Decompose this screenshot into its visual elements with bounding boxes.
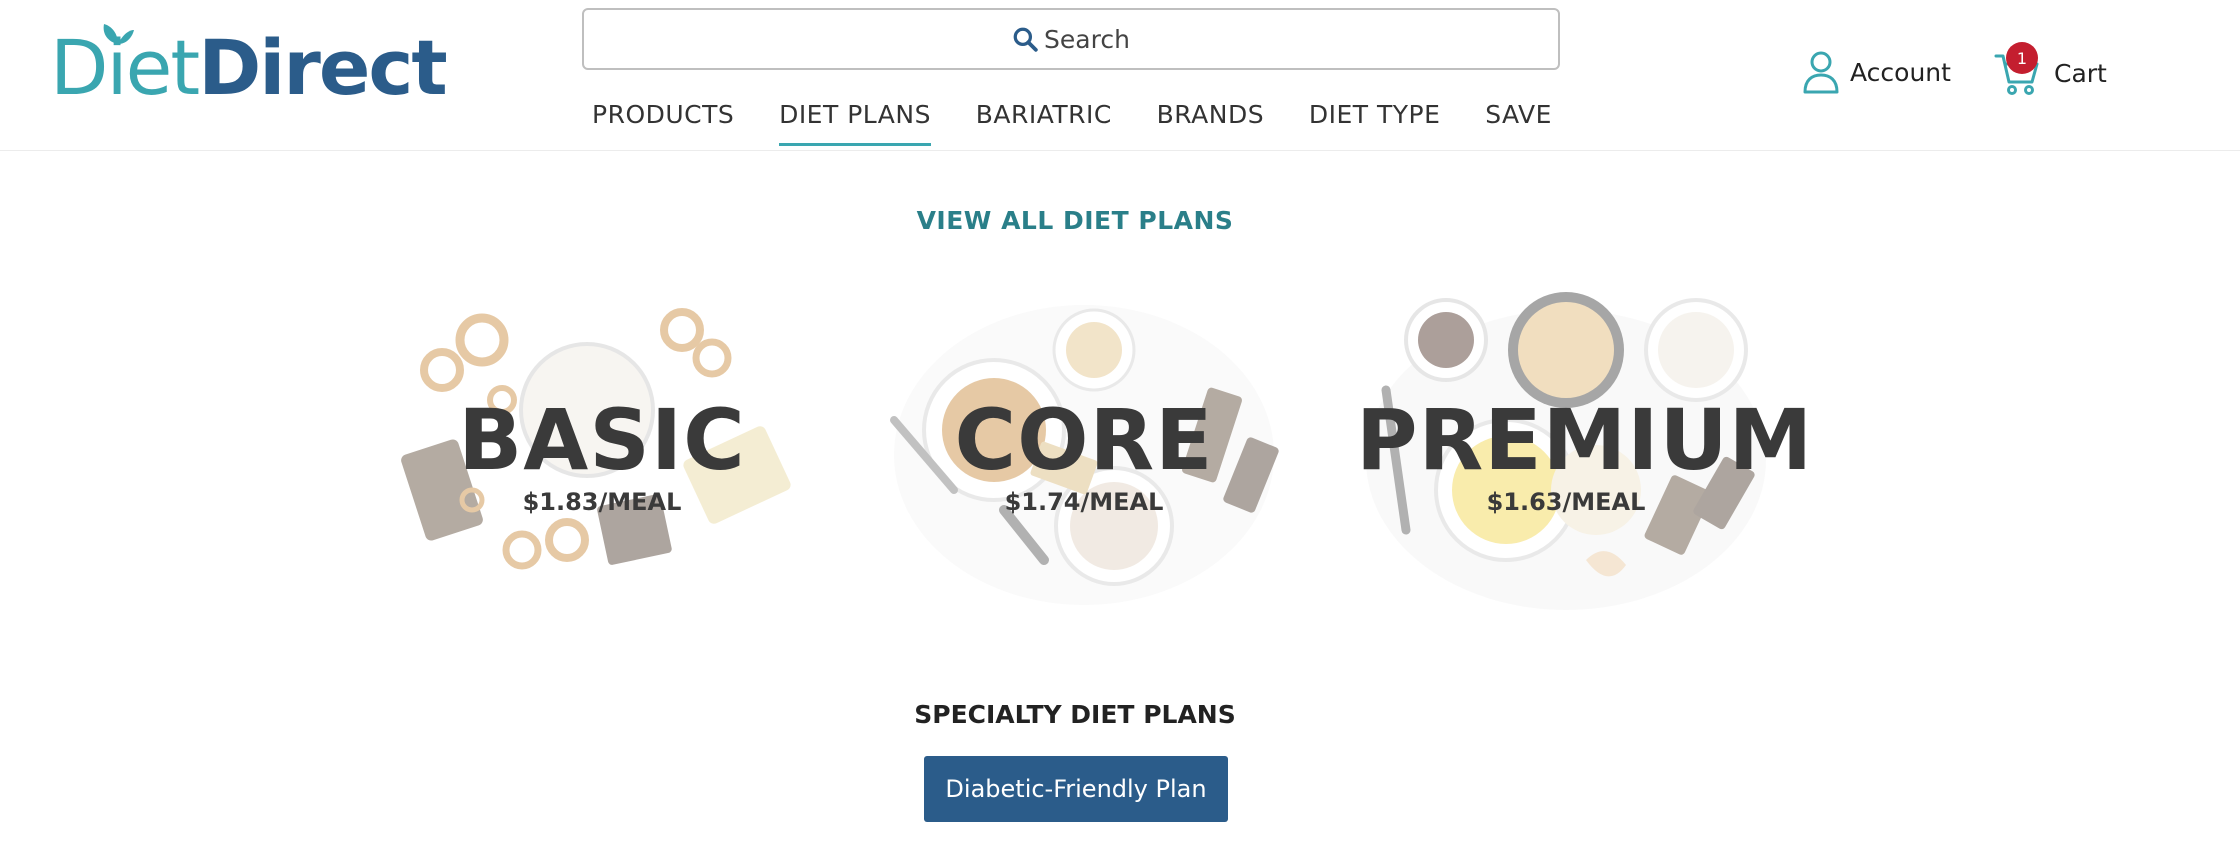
nav-item-diet-plans[interactable]: DIET PLANS [769, 96, 941, 146]
plan-card-core[interactable]: CORE $1.74/MEAL [874, 290, 1294, 620]
view-all-diet-plans-link[interactable]: VIEW ALL DIET PLANS [0, 206, 2150, 235]
site-header: Diet Direct Search PRODUCTS DIET PLANS BA… [0, 0, 2240, 151]
nav-item-diet-type[interactable]: DIET TYPE [1299, 96, 1451, 146]
logo-text-direct: Direct [198, 23, 448, 112]
search-placeholder: Search [1044, 24, 1130, 54]
cart-count-badge: 1 [2006, 42, 2038, 74]
account-link[interactable]: Account [1802, 50, 1951, 94]
cart-icon-wrap: 1 [1994, 42, 2040, 96]
plan-card-basic[interactable]: BASIC $1.83/MEAL [392, 290, 812, 620]
user-icon [1803, 51, 1839, 94]
cart-label: Cart [2054, 58, 2107, 88]
account-label: Account [1850, 57, 1951, 87]
cart-link[interactable]: 1 Cart [1994, 42, 2107, 96]
nav-item-products[interactable]: PRODUCTS [582, 96, 744, 146]
plan-name-premium: PREMIUM [1356, 391, 1814, 489]
plan-price-basic: $1.83/MEAL [522, 488, 682, 516]
plan-name-basic: BASIC [458, 391, 746, 489]
nav-item-save[interactable]: SAVE [1475, 96, 1562, 146]
leaf-icon [103, 24, 134, 44]
plan-name-core: CORE [954, 391, 1214, 489]
main-nav: PRODUCTS DIET PLANS BARIATRIC BRANDS DIE… [582, 96, 1562, 150]
search-icon [1013, 27, 1038, 52]
diabetic-friendly-plan-button[interactable]: Diabetic-Friendly Plan [924, 756, 1228, 822]
nav-item-brands[interactable]: BRANDS [1147, 96, 1274, 146]
plan-price-premium: $1.63/MEAL [1486, 488, 1646, 516]
plan-card-premium[interactable]: PREMIUM $1.63/MEAL [1356, 290, 1814, 620]
nav-item-bariatric[interactable]: BARIATRIC [966, 96, 1122, 146]
diet-direct-logo[interactable]: Diet Direct [50, 16, 448, 112]
specialty-diet-plans-heading: SPECIALTY DIET PLANS [914, 700, 1236, 729]
search-input[interactable]: Search [582, 8, 1560, 70]
plan-price-core: $1.74/MEAL [1004, 488, 1164, 516]
